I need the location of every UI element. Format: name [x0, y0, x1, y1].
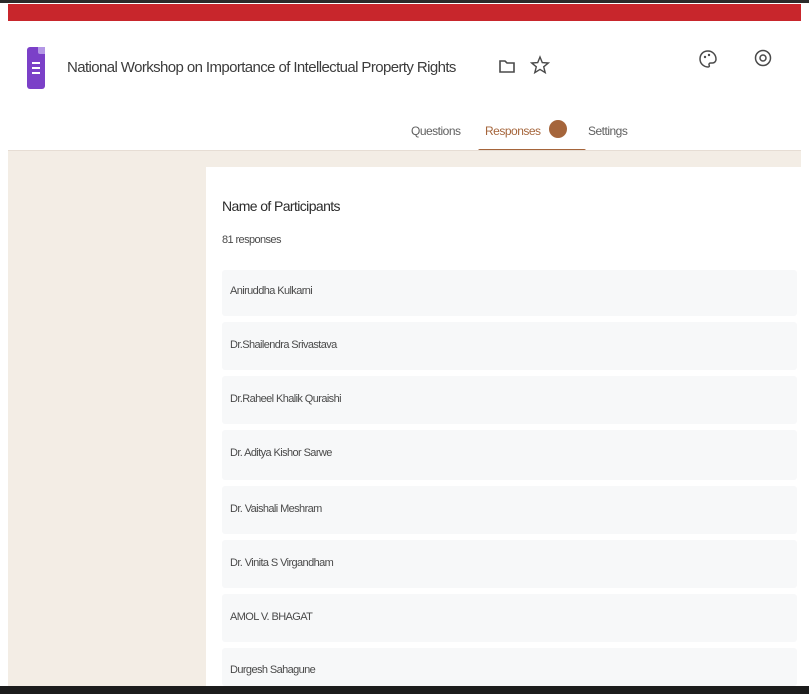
- preview-icon[interactable]: [754, 49, 772, 67]
- question-title: Name of Participants: [222, 198, 341, 214]
- response-count: 81 responses: [222, 234, 281, 246]
- response-text: Dr. Vaishali Meshram: [230, 503, 322, 515]
- bottom-border: [0, 686, 809, 694]
- response-text: Aniruddha Kulkarni: [230, 285, 313, 297]
- form-header: National Workshop on Importance of Intel…: [8, 21, 801, 152]
- response-text: Durgesh Sahagune: [230, 664, 316, 676]
- list-item: Aniruddha Kulkarni: [222, 270, 797, 316]
- list-item: Dr. Vaishali Meshram: [222, 486, 797, 534]
- response-text: AMOL V. BHAGAT: [230, 611, 313, 623]
- star-icon[interactable]: [530, 55, 550, 75]
- folder-icon[interactable]: [498, 57, 516, 75]
- form-title[interactable]: National Workshop on Importance of Intel…: [67, 59, 456, 76]
- list-item: Durgesh Sahagune: [222, 648, 797, 686]
- tab-settings[interactable]: Settings: [588, 124, 628, 138]
- response-text: Dr.Raheel Khalik Quraishi: [230, 393, 342, 405]
- list-item: AMOL V. BHAGAT: [222, 594, 797, 642]
- list-item: Dr. Aditya Kishor Sarwe: [222, 430, 797, 480]
- response-text: Dr.Shailendra Srivastava: [230, 339, 337, 351]
- forms-app-icon[interactable]: [27, 47, 45, 89]
- responses-count-badge: [549, 120, 567, 138]
- top-border: [0, 0, 809, 3]
- palette-icon[interactable]: [698, 49, 718, 69]
- tab-questions[interactable]: Questions: [411, 124, 461, 138]
- list-item: Dr.Raheel Khalik Quraishi: [222, 376, 797, 424]
- tab-responses[interactable]: Responses: [485, 124, 541, 138]
- list-item: Dr.Shailendra Srivastava: [222, 322, 797, 370]
- list-item: Dr. Vinita S Virgandham: [222, 540, 797, 588]
- response-text: Dr. Vinita S Virgandham: [230, 557, 334, 569]
- form-theme-band: [8, 4, 801, 21]
- response-text: Dr. Aditya Kishor Sarwe: [230, 447, 332, 459]
